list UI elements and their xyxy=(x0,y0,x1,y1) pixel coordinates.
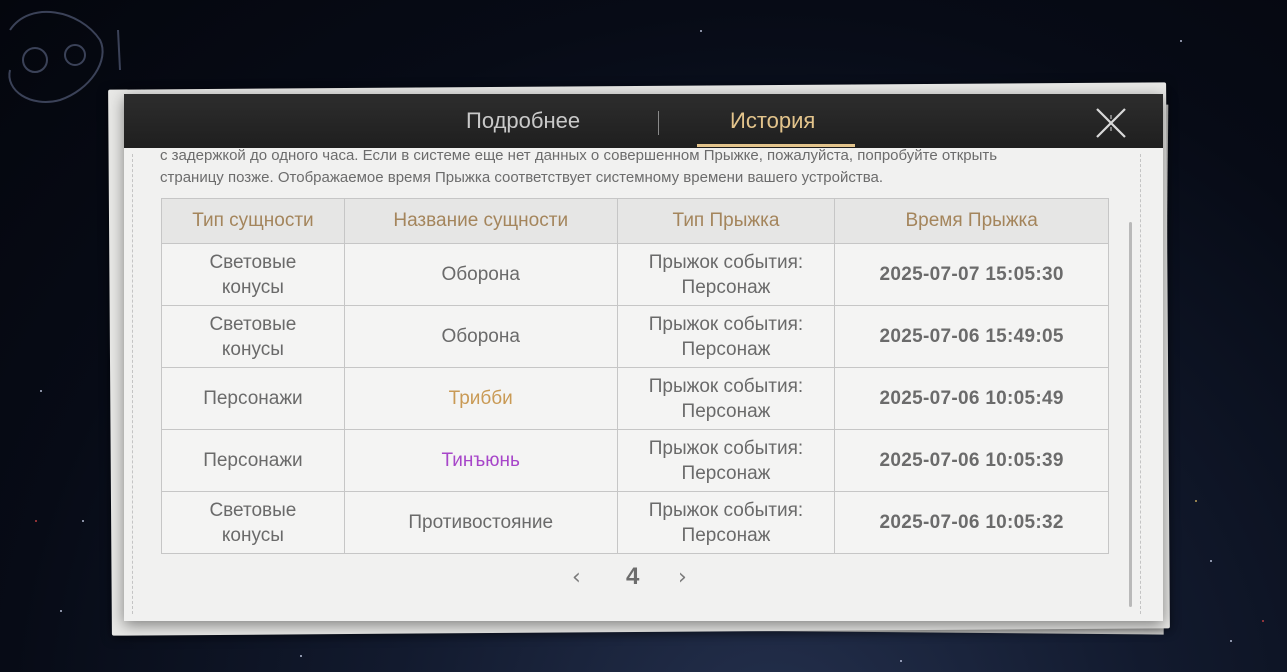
cell-warp-type: Прыжок события: Персонаж xyxy=(616,305,836,368)
cell-entity-type: Персонажи xyxy=(161,367,345,430)
cell-warp-time: 2025-07-06 10:05:49 xyxy=(834,367,1109,430)
prev-page-icon[interactable]: ‹ xyxy=(572,565,581,590)
cell-warp-type: Прыжок события: Персонаж xyxy=(616,367,836,430)
cell-entity-type: Световые конусы xyxy=(161,305,345,368)
cell-entity-name: Противостояние xyxy=(343,491,618,554)
cell-entity-type: Персонажи xyxy=(161,429,345,492)
notice-line-1: с задержкой до одного часа. Если в систе… xyxy=(160,147,998,164)
panel-header: Подробнее История xyxy=(124,94,1163,148)
cell-entity-name: Оборона xyxy=(343,305,618,368)
pagination: ‹ 4 › xyxy=(564,563,714,595)
header-warp-type: Тип Прыжка xyxy=(616,198,836,244)
cell-warp-time: 2025-07-06 10:05:32 xyxy=(834,491,1109,554)
close-icon[interactable] xyxy=(1094,106,1128,140)
table-row: Световые конусы Оборона Прыжок события: … xyxy=(161,243,1109,306)
cell-warp-time: 2025-07-07 15:05:30 xyxy=(834,243,1109,306)
table-header-row: Тип сущности Название сущности Тип Прыжк… xyxy=(161,198,1109,244)
header-entity-name: Название сущности xyxy=(343,198,618,244)
current-page-number: 4 xyxy=(626,563,640,590)
cell-warp-type: Прыжок события: Персонаж xyxy=(616,491,836,554)
tab-history[interactable]: История xyxy=(730,108,815,134)
cell-warp-type: Прыжок события: Персонаж xyxy=(616,429,836,492)
table-row: Световые конусы Противостояние Прыжок со… xyxy=(161,491,1109,554)
scrollbar[interactable] xyxy=(1129,222,1132,607)
notice-line-2: страницу позже. Отображаемое время Прыжк… xyxy=(160,169,884,186)
warp-history-panel: Подробнее История с задержкой до одного … xyxy=(124,94,1163,621)
table-row: Персонажи Трибби Прыжок события: Персона… xyxy=(161,367,1109,430)
cell-warp-type: Прыжок события: Персонаж xyxy=(616,243,836,306)
tab-divider xyxy=(658,111,659,135)
next-page-icon[interactable]: › xyxy=(678,565,687,590)
dashed-border-left xyxy=(132,154,133,614)
dashed-border-right xyxy=(1140,154,1141,614)
header-warp-time: Время Прыжка xyxy=(834,198,1109,244)
history-table: Тип сущности Название сущности Тип Прыжк… xyxy=(161,198,1109,554)
cell-entity-name: Тинъюнь xyxy=(343,429,618,492)
cell-warp-time: 2025-07-06 10:05:39 xyxy=(834,429,1109,492)
cell-entity-type: Световые конусы xyxy=(161,491,345,554)
table-row: Световые конусы Оборона Прыжок события: … xyxy=(161,305,1109,368)
cell-entity-name: Трибби xyxy=(343,367,618,430)
cell-entity-type: Световые конусы xyxy=(161,243,345,306)
cell-entity-name: Оборона xyxy=(343,243,618,306)
table-row: Персонажи Тинъюнь Прыжок события: Персон… xyxy=(161,429,1109,492)
cell-warp-time: 2025-07-06 15:49:05 xyxy=(834,305,1109,368)
tab-details[interactable]: Подробнее xyxy=(466,108,580,134)
header-entity-type: Тип сущности xyxy=(161,198,345,244)
